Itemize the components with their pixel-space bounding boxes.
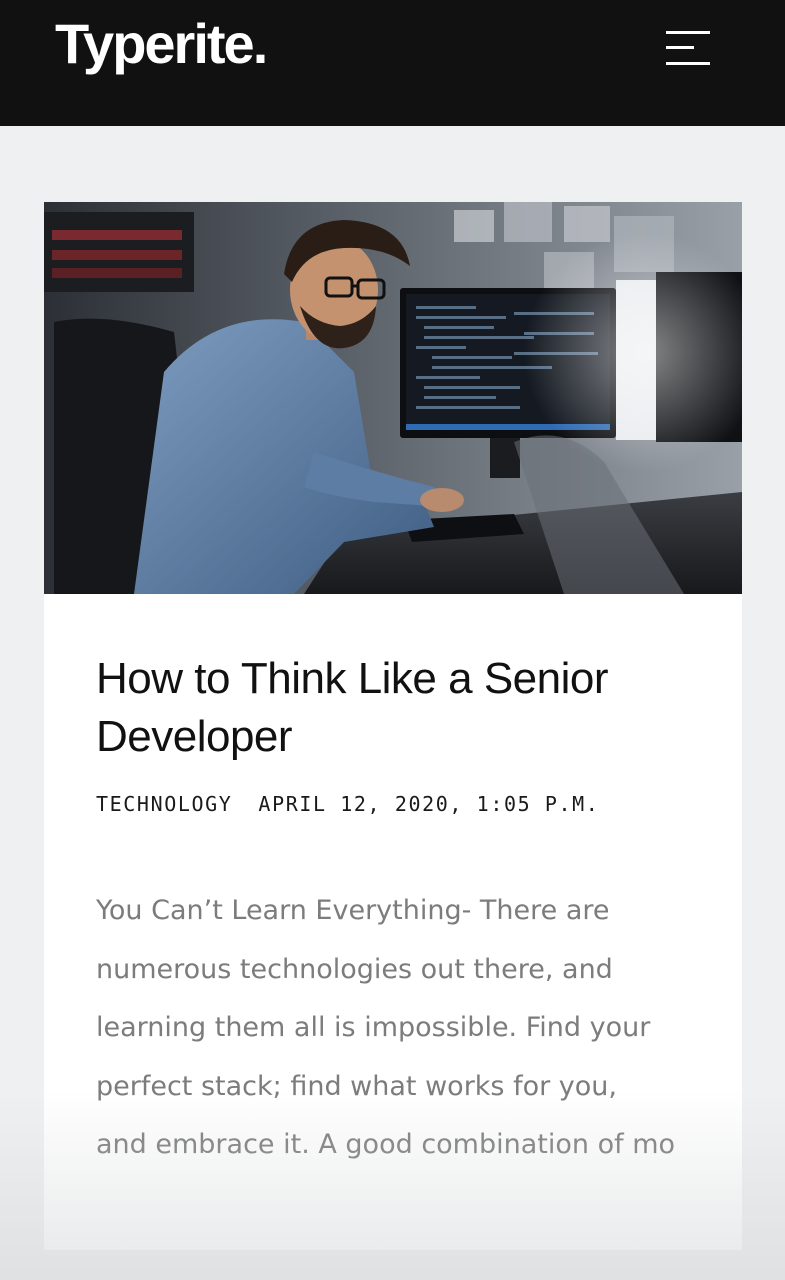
article-meta: TECHNOLOGY APRIL 12, 2020, 1:05 P.M. [96, 792, 599, 816]
article-category-link[interactable]: TECHNOLOGY [96, 792, 232, 816]
article-title[interactable]: How to Think Like a Senior Developer [96, 650, 696, 766]
article-card[interactable]: How to Think Like a Senior Developer TEC… [44, 202, 742, 1250]
article-date: APRIL 12, 2020, 1:05 P.M. [258, 792, 600, 816]
article-hero-image[interactable] [44, 202, 742, 594]
excerpt-line: numerous technologies out there, and [96, 953, 613, 985]
site-logo[interactable]: Typerite. [55, 8, 268, 80]
excerpt-line: perfect stack; find what works for you, [96, 1070, 617, 1102]
excerpt-line: You Can’t Learn Everything- There are [96, 895, 610, 926]
menu-line [666, 62, 710, 65]
top-bar: Typerite. [0, 0, 785, 126]
menu-line [666, 46, 694, 49]
excerpt-line: learning them all is impossible. Find yo… [96, 1012, 651, 1043]
menu-line [666, 31, 710, 34]
excerpt-line: and embrace it. A good combination of mo [96, 1129, 676, 1160]
hamburger-menu-icon[interactable] [660, 28, 716, 68]
article-excerpt: You Can’t Learn Everything- There are nu… [96, 882, 706, 1175]
